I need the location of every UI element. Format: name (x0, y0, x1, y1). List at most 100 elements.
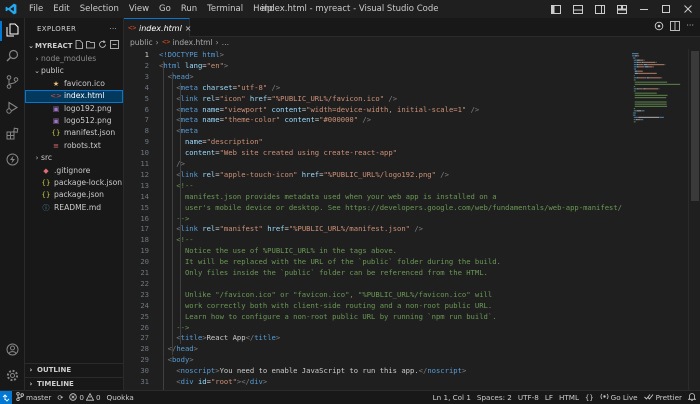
code-line[interactable]: content="Web site created using create-r… (159, 148, 397, 159)
code-line[interactable]: <meta charset="utf-8" /> (159, 83, 280, 94)
layout-panel-left-icon[interactable] (548, 2, 564, 16)
code-line[interactable]: <body> (159, 355, 194, 366)
code-line[interactable]: Learn how to configure a non-root public… (159, 312, 497, 323)
code-area[interactable]: <!DOCTYPE html> <html lang="en"> <head> <… (159, 49, 630, 390)
manage-activity[interactable] (0, 364, 25, 390)
more-actions-icon[interactable]: ··· (109, 18, 117, 40)
code-line[interactable]: <noscript>You need to enable JavaScript … (159, 366, 466, 377)
menu-file[interactable]: File (24, 0, 48, 18)
extensions-activity[interactable] (0, 122, 25, 148)
end-of-line[interactable]: LF (545, 393, 553, 402)
code-line[interactable]: <link rel="manifest" href="%PUBLIC_URL%/… (159, 224, 423, 235)
problems-indicator[interactable]: 0 0 (69, 392, 101, 403)
code-line[interactable]: manifest.json provides metadata used whe… (159, 192, 497, 203)
scrollbar-thumb[interactable] (691, 51, 699, 201)
explorer-activity[interactable] (0, 18, 25, 44)
code-line[interactable]: </head> (159, 344, 198, 355)
prettier-status[interactable]: Prettier (643, 393, 682, 403)
tree-item-gitignore[interactable]: ◆ .gitignore (25, 165, 123, 177)
quokka-activity[interactable] (0, 148, 25, 174)
code-line[interactable]: user's mobile device or desktop. See htt… (159, 203, 622, 214)
menu-selection[interactable]: Selection (75, 0, 124, 18)
minimap-token (634, 105, 668, 107)
code-line[interactable]: Only files inside the `public` folder ca… (159, 268, 488, 279)
tree-item-manifest-json[interactable]: {} manifest.json (25, 127, 123, 139)
code-line[interactable]: <title>React App</title> (159, 333, 280, 344)
breadcrumb-file[interactable]: index.html (173, 37, 213, 49)
split-editor-icon[interactable] (670, 21, 681, 34)
close-tab-icon[interactable]: × (185, 24, 192, 33)
code-line[interactable]: Notice the use of %PUBLIC_URL% in the ta… (159, 246, 397, 257)
menu-terminal[interactable]: Terminal (202, 0, 248, 18)
menu-run[interactable]: Run (176, 0, 202, 18)
code-line[interactable]: <meta name="theme-color" content="#00000… (159, 115, 371, 126)
tree-item-logo512-png[interactable]: ▣ logo512.png (25, 115, 123, 127)
language-mode[interactable]: HTML (559, 393, 579, 402)
search-activity[interactable] (0, 44, 25, 70)
code-line[interactable]: <!DOCTYPE html> (159, 50, 224, 61)
code-line[interactable]: work correctly both with client-side rou… (159, 301, 492, 312)
code-line[interactable]: <div id="root"></div> (159, 377, 267, 388)
project-folder[interactable]: ⌄ MYREACT (25, 39, 123, 53)
code-line[interactable]: It will be replaced with the URL of the … (159, 257, 501, 268)
tree-item-public[interactable]: ⌄ public (25, 65, 123, 77)
vertical-scrollbar[interactable] (688, 49, 700, 390)
code-line[interactable]: Unlike "/favicon.ico" or "favicon.ico", … (159, 290, 492, 301)
code-line[interactable]: <meta (159, 126, 198, 137)
layout-panel-right-icon[interactable] (592, 2, 608, 16)
maximize-button[interactable] (658, 2, 674, 16)
tree-item-label: node_modules (41, 54, 97, 63)
new-folder-icon[interactable] (86, 40, 95, 53)
collapse-all-icon[interactable] (110, 39, 119, 53)
menu-help[interactable]: Help (248, 0, 277, 18)
outline-section[interactable]: › OUTLINE (25, 363, 124, 376)
minimize-button[interactable] (636, 2, 652, 16)
code-line[interactable]: <link rel="icon" href="%PUBLIC_URL%/favi… (159, 94, 397, 105)
timeline-section[interactable]: › TIMELINE (25, 377, 124, 390)
minimap[interactable] (630, 49, 688, 390)
run-debug-activity[interactable] (0, 96, 25, 122)
code-line[interactable]: <!-- (159, 235, 193, 246)
code-line[interactable]: <!-- (159, 181, 193, 192)
code-line[interactable]: <head> (159, 72, 194, 83)
go-live-editor-icon[interactable] (654, 21, 664, 34)
menu-edit[interactable]: Edit (48, 0, 74, 18)
braces-indicator[interactable]: {} (585, 393, 594, 402)
breadcrumb-folder[interactable]: public (130, 37, 153, 49)
new-file-icon[interactable] (75, 39, 83, 53)
cursor-position[interactable]: Ln 1, Col 1 (433, 393, 471, 402)
remote-indicator[interactable] (0, 390, 12, 404)
go-live-button[interactable]: Go Live (600, 392, 638, 403)
branch-indicator[interactable]: master (16, 392, 51, 403)
encoding[interactable]: UTF-8 (518, 393, 539, 402)
tree-item-index-html[interactable]: <> index.html (25, 90, 123, 103)
code-line[interactable]: <html lang="en"> (159, 61, 228, 72)
code-line[interactable]: <link rel="apple-touch-icon" href="%PUBL… (159, 170, 449, 181)
tree-item-favicon-ico[interactable]: ★ favicon.ico (25, 78, 123, 90)
layout-panel-bottom-icon[interactable] (570, 2, 586, 16)
tree-item-package-lock-json[interactable]: {} package-lock.json (25, 177, 123, 189)
sync-button[interactable]: ⟳ (57, 393, 63, 402)
quokka-status[interactable]: Quokka (107, 393, 134, 402)
indentation[interactable]: Spaces: 2 (477, 393, 512, 402)
tree-item-node-modules[interactable]: › node_modules (25, 53, 123, 65)
tree-item-package-json[interactable]: {} package.json (25, 189, 123, 201)
menu-view[interactable]: View (124, 0, 154, 18)
tree-item-logo192-png[interactable]: ▣ logo192.png (25, 103, 123, 115)
menu-go[interactable]: Go (154, 0, 176, 18)
code-editor[interactable]: 1 2 3 4 5 6 7 8 9 10 11 12 13 14 15 16 17 18 19 20 21 22 23 24 2… (124, 49, 630, 390)
tree-item-src[interactable]: › src (25, 152, 123, 164)
customize-layout-icon[interactable] (614, 2, 630, 16)
tree-item-robots-txt[interactable]: ≡ robots.txt (25, 140, 123, 152)
accounts-activity[interactable] (0, 338, 25, 364)
breadcrumb-tail[interactable]: … (222, 37, 230, 49)
code-line[interactable]: <meta name="viewport" content="width=dev… (159, 105, 479, 116)
more-actions-icon[interactable]: ··· (686, 21, 694, 34)
tab-index-html[interactable]: <> index.html × (124, 18, 192, 37)
code-line[interactable]: name="description" (159, 137, 263, 148)
notifications-button[interactable] (687, 392, 697, 403)
source-control-activity[interactable] (0, 70, 25, 96)
tree-item-readme-md[interactable]: ⓘ README.md (25, 202, 123, 214)
refresh-icon[interactable] (98, 40, 107, 53)
close-window-button[interactable] (680, 2, 696, 16)
